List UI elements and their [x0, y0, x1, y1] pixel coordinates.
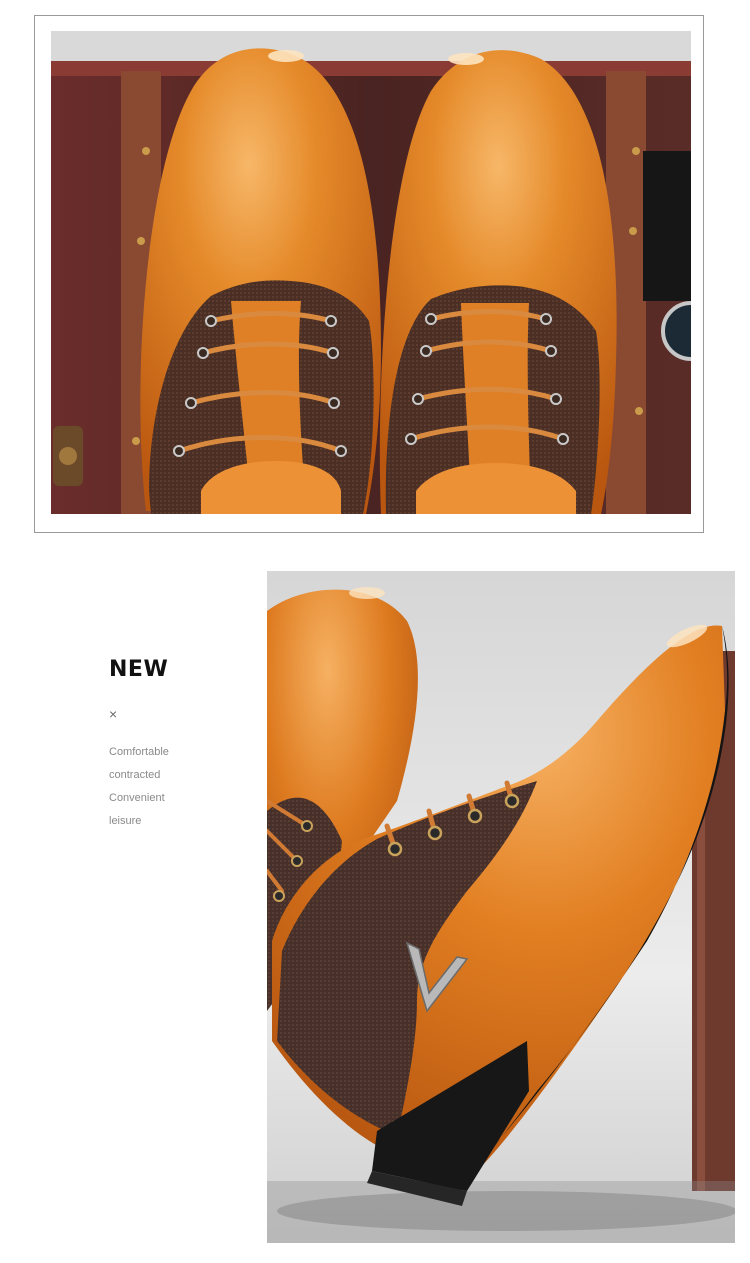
top-product-photo: [51, 31, 691, 514]
feature-item: contracted: [109, 769, 161, 781]
product-caption: NEW × Comfortable contracted Convenient …: [109, 655, 249, 849]
feature-item: Comfortable: [109, 746, 169, 758]
caption-title: NEW: [109, 657, 169, 682]
feature-list: Comfortable contracted Convenient leisur…: [109, 741, 249, 833]
feature-item: Convenient: [109, 792, 165, 804]
feature-item: leisure: [109, 815, 142, 827]
bottom-product-photo: [267, 571, 735, 1243]
caption-separator: ×: [109, 706, 118, 722]
